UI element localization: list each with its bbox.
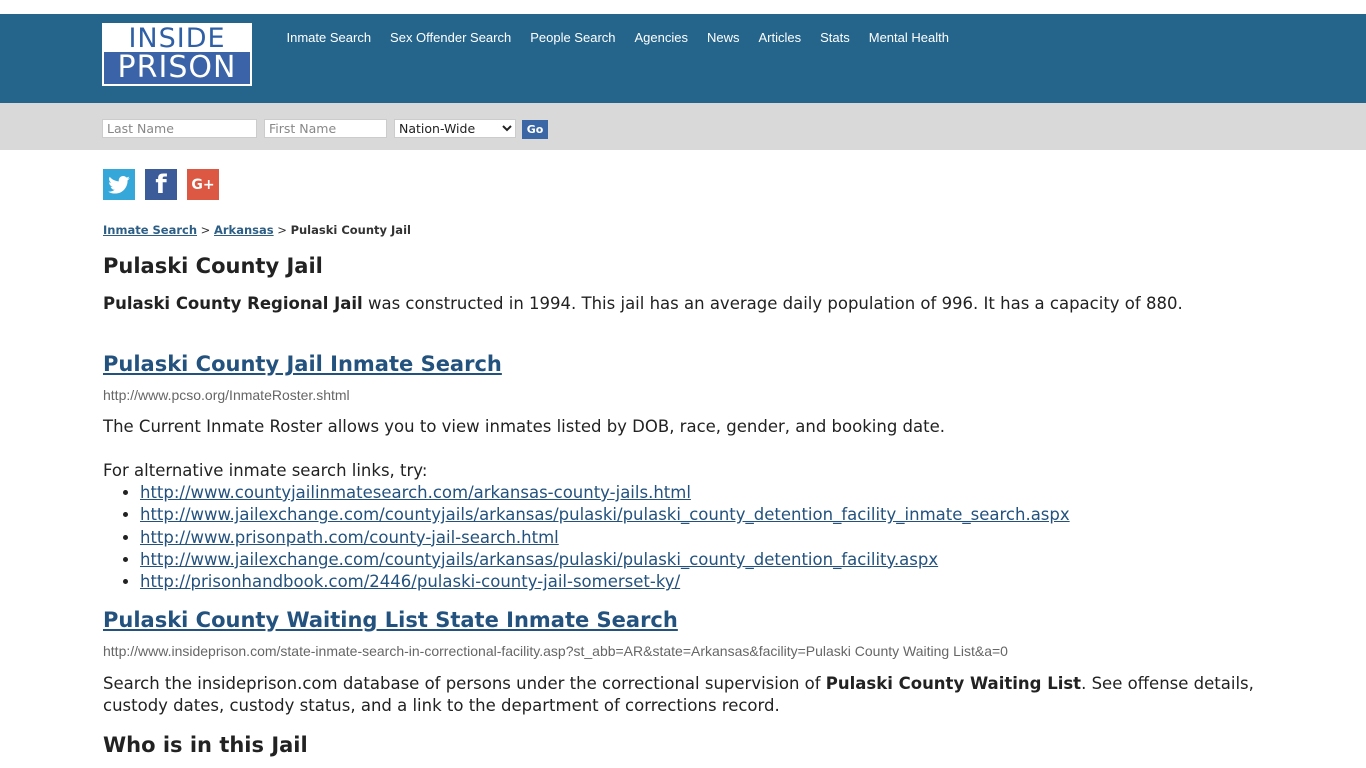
desc-text: Search the insideprison.com database of … <box>103 674 826 693</box>
facility-name: Pulaski County Waiting List <box>825 674 1082 693</box>
inmate-search-heading-link[interactable]: Pulaski County Jail Inmate Search <box>103 352 502 376</box>
who-is-in-jail-heading: Who is in this Jail <box>103 733 308 757</box>
alt-links-intro: For alternative inmate search links, try… <box>103 461 428 480</box>
first-name-input[interactable] <box>264 119 387 138</box>
last-name-input[interactable] <box>102 119 257 138</box>
go-button[interactable]: Go <box>522 120 548 139</box>
page-title: Pulaski County Jail <box>103 254 323 278</box>
social-share: f G+ <box>103 169 229 200</box>
search-bar: Nation-Wide Go <box>0 103 1366 150</box>
scope-select[interactable]: Nation-Wide <box>394 119 516 138</box>
twitter-icon[interactable] <box>103 169 135 200</box>
waiting-list-description: Search the insideprison.com database of … <box>103 673 1263 717</box>
jail-intro-text: was constructed in 1994. This jail has a… <box>362 294 1183 313</box>
google-plus-icon[interactable]: G+ <box>187 169 219 200</box>
list-item: http://prisonhandbook.com/2446/pulaski-c… <box>140 571 1070 593</box>
logo-line2: PRISON <box>104 52 250 84</box>
breadcrumb: Inmate Search > Arkansas > Pulaski Count… <box>103 223 411 237</box>
nav-sex-offender-search[interactable]: Sex Offender Search <box>381 30 521 45</box>
inmate-roster-description: The Current Inmate Roster allows you to … <box>103 417 945 436</box>
breadcrumb-current: Pulaski County Jail <box>290 223 411 237</box>
nav-stats[interactable]: Stats <box>811 30 860 45</box>
alt-link[interactable]: http://www.prisonpath.com/county-jail-se… <box>140 528 559 547</box>
alt-links-list: http://www.countyjailinmatesearch.com/ar… <box>103 482 1070 593</box>
breadcrumb-separator: > <box>197 223 214 237</box>
site-header: INSIDE PRISON Inmate Search Sex Offender… <box>0 14 1366 103</box>
waiting-list-url: http://www.insideprison.com/state-inmate… <box>103 643 1008 659</box>
nav-people-search[interactable]: People Search <box>521 30 625 45</box>
nav-inmate-search[interactable]: Inmate Search <box>277 30 381 45</box>
jail-intro: Pulaski County Regional Jail was constru… <box>103 293 1263 315</box>
alt-link[interactable]: http://prisonhandbook.com/2446/pulaski-c… <box>140 572 680 591</box>
list-item: http://www.countyjailinmatesearch.com/ar… <box>140 482 1070 504</box>
top-margin <box>0 0 1366 14</box>
facebook-icon[interactable]: f <box>145 169 177 200</box>
waiting-list-heading-link[interactable]: Pulaski County Waiting List State Inmate… <box>103 608 678 632</box>
nav-agencies[interactable]: Agencies <box>625 30 697 45</box>
main-nav: Inmate Search Sex Offender Search People… <box>277 30 958 45</box>
nav-articles[interactable]: Articles <box>749 30 811 45</box>
nav-mental-health[interactable]: Mental Health <box>859 30 958 45</box>
breadcrumb-separator: > <box>273 223 291 237</box>
breadcrumb-inmate-search[interactable]: Inmate Search <box>103 223 197 237</box>
inside-prison-logo[interactable]: INSIDE PRISON <box>102 23 252 86</box>
alt-link[interactable]: http://www.countyjailinmatesearch.com/ar… <box>140 483 691 502</box>
alt-link[interactable]: http://www.jailexchange.com/countyjails/… <box>140 550 938 569</box>
alt-link[interactable]: http://www.jailexchange.com/countyjails/… <box>140 505 1070 524</box>
list-item: http://www.jailexchange.com/countyjails/… <box>140 504 1070 526</box>
jail-name: Pulaski County Regional Jail <box>103 294 363 313</box>
list-item: http://www.prisonpath.com/county-jail-se… <box>140 527 1070 549</box>
list-item: http://www.jailexchange.com/countyjails/… <box>140 549 1070 571</box>
nav-news[interactable]: News <box>697 30 749 45</box>
logo-line1: INSIDE <box>128 23 226 54</box>
inmate-roster-url: http://www.pcso.org/InmateRoster.shtml <box>103 387 350 403</box>
breadcrumb-arkansas[interactable]: Arkansas <box>214 223 274 237</box>
